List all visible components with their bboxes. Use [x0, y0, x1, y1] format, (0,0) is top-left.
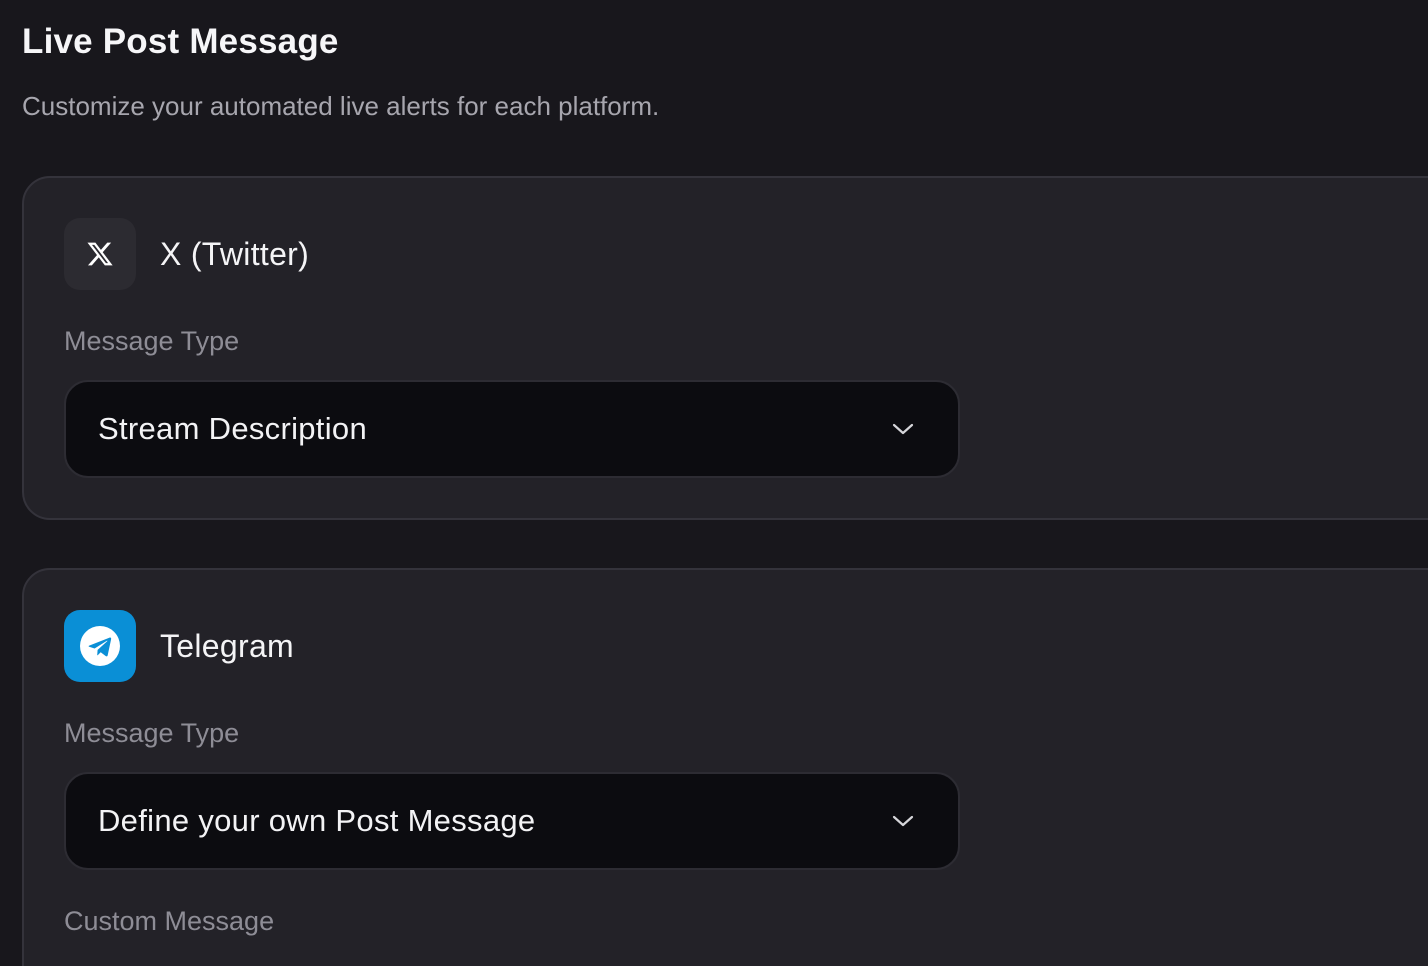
- x-logo-icon: [64, 218, 136, 290]
- platform-header: X (Twitter): [64, 218, 309, 290]
- platform-card-twitter: X (Twitter) Message Type Stream Descript…: [22, 176, 1428, 520]
- telegram-logo-icon: [64, 610, 136, 682]
- message-type-select[interactable]: Stream Description: [64, 380, 960, 478]
- platform-header: Telegram: [64, 610, 294, 682]
- page-title: Live Post Message: [22, 22, 339, 61]
- message-type-select[interactable]: Define your own Post Message: [64, 772, 960, 870]
- platform-name: X (Twitter): [160, 235, 310, 272]
- message-type-label: Message Type: [64, 326, 240, 356]
- platform-name: Telegram: [160, 627, 295, 664]
- page-subtitle: Customize your automated live alerts for…: [22, 91, 660, 121]
- chevron-down-icon: [892, 423, 914, 435]
- custom-message-label: Custom Message: [64, 906, 275, 936]
- chevron-down-icon: [892, 815, 914, 827]
- message-type-label: Message Type: [64, 718, 240, 748]
- message-type-value: Stream Description: [98, 411, 367, 446]
- platform-card-telegram: Telegram Message Type Define your own Po…: [22, 568, 1428, 966]
- message-type-value: Define your own Post Message: [98, 803, 536, 838]
